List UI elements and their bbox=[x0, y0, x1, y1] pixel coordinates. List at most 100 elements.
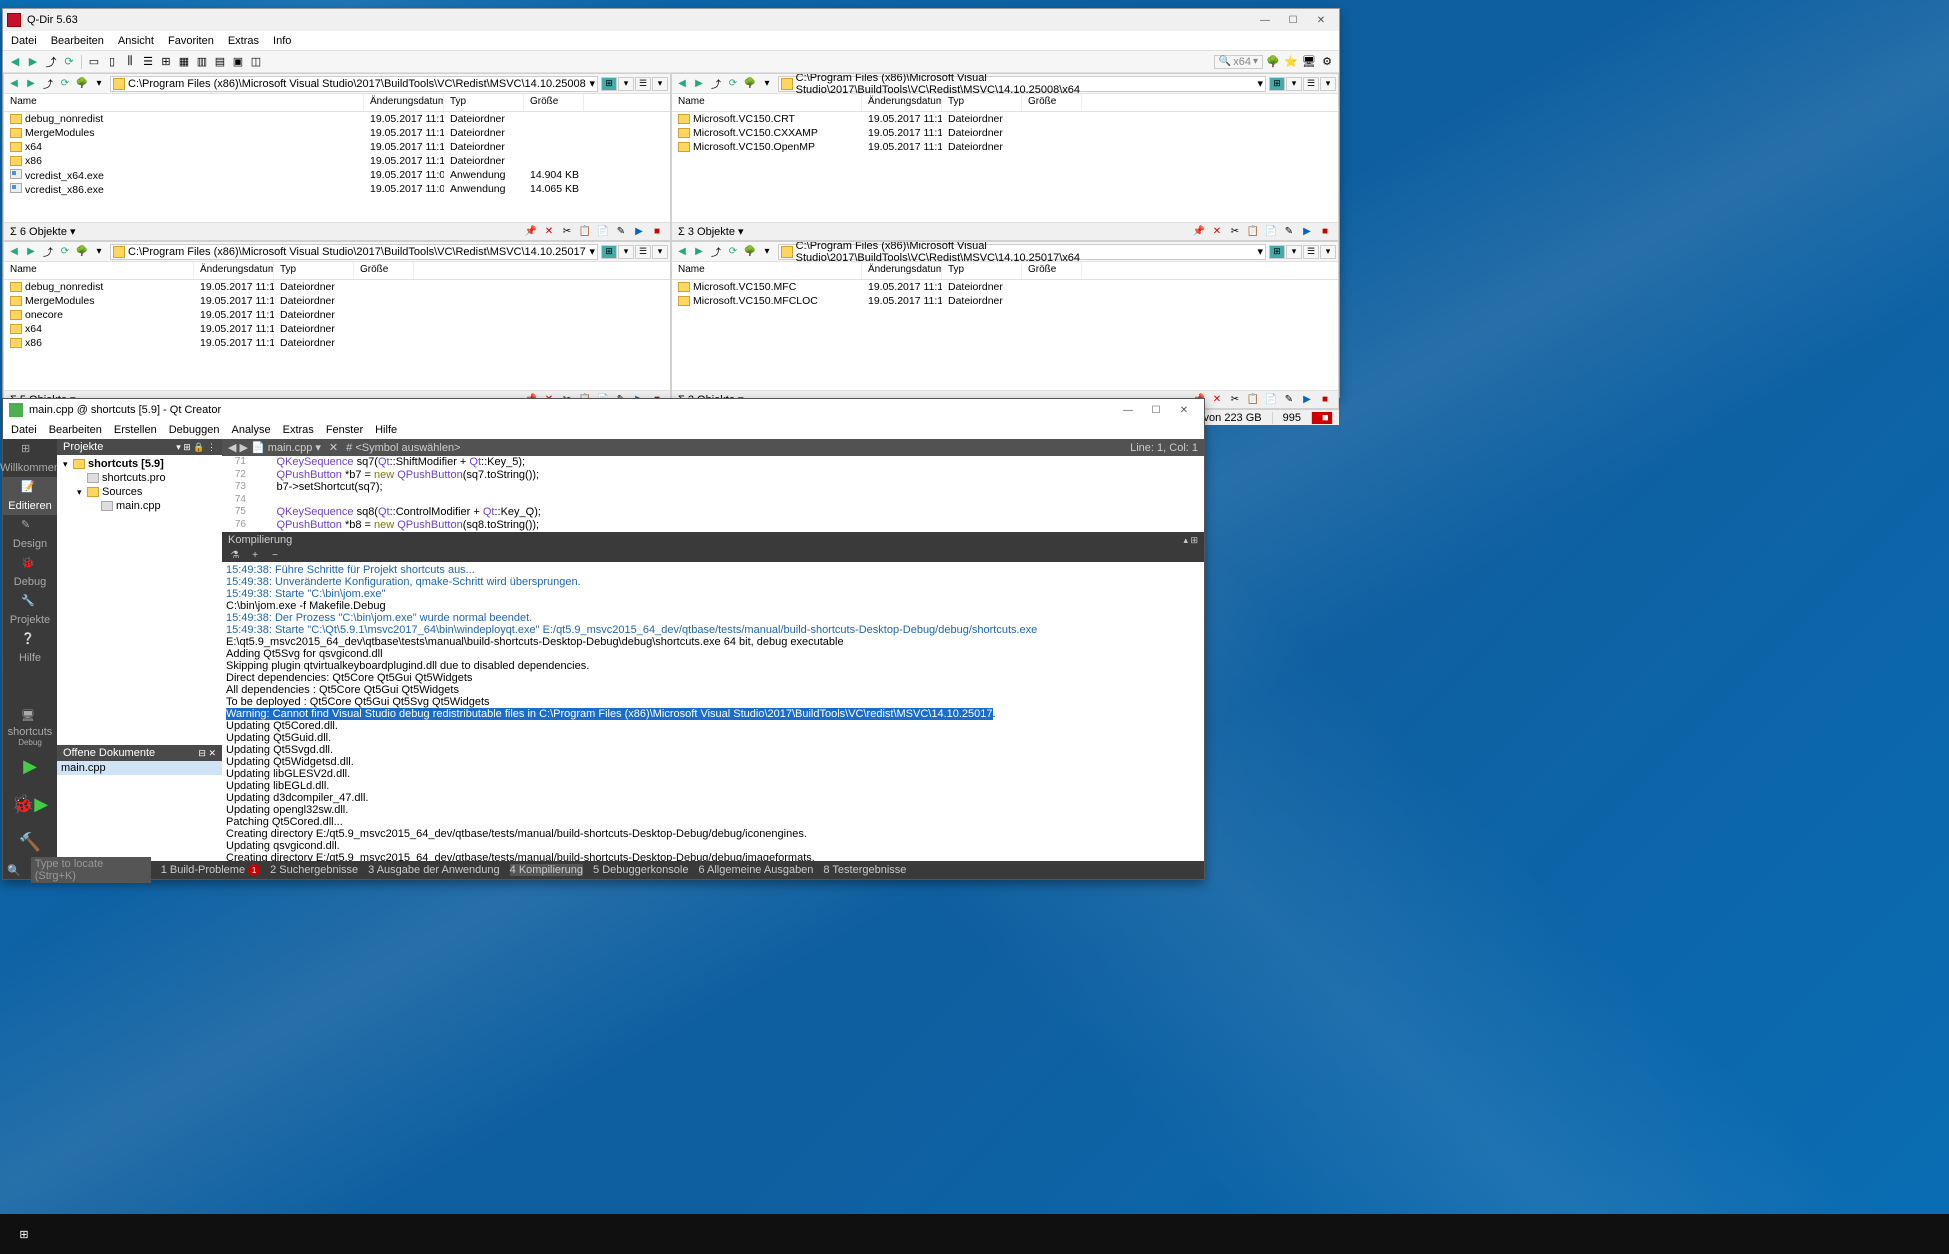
file-row[interactable]: vcredist_x64.exe 19.05.2017 11:09 Anwend… bbox=[4, 168, 670, 182]
up-icon[interactable]: ⤴ bbox=[40, 244, 56, 260]
col-type[interactable]: Typ bbox=[444, 94, 524, 111]
zoom-in-icon[interactable]: + bbox=[248, 548, 262, 562]
status-panel-1[interactable]: 1 Build-Probleme 1 bbox=[161, 864, 260, 876]
build-button[interactable]: 🔨 bbox=[3, 823, 57, 861]
filter-icon[interactable]: ⚗ bbox=[228, 548, 242, 562]
menu-extras[interactable]: Extras bbox=[228, 35, 259, 47]
blue-action-icon[interactable]: ▶ bbox=[632, 225, 646, 239]
status-panel-5[interactable]: 5 Debuggerkonsole bbox=[593, 864, 688, 876]
file-row[interactable]: Microsoft.VC150.CXXAMP 19.05.2017 11:10 … bbox=[672, 126, 1338, 140]
copy-icon[interactable]: 📋 bbox=[1246, 225, 1260, 239]
file-row[interactable]: Microsoft.VC150.OpenMP 19.05.2017 11:10 … bbox=[672, 140, 1338, 154]
col-date[interactable]: Änderungsdatum bbox=[862, 262, 942, 279]
compile-output[interactable]: 15:49:38: Führe Schritte für Projekt sho… bbox=[222, 562, 1204, 861]
tree-icon[interactable]: 🌳 bbox=[742, 244, 758, 260]
back-icon[interactable]: ◀ bbox=[6, 76, 22, 92]
star-icon[interactable]: ▾ bbox=[91, 244, 107, 260]
delete-icon[interactable]: ✕ bbox=[1210, 225, 1224, 239]
up-icon[interactable]: ⤴ bbox=[40, 76, 56, 92]
zoom-out-icon[interactable]: − bbox=[268, 548, 282, 562]
file-list[interactable]: debug_nonredist 19.05.2017 11:10 Dateior… bbox=[4, 112, 670, 222]
file-list[interactable]: debug_nonredist 19.05.2017 11:13 Dateior… bbox=[4, 280, 670, 390]
col-size[interactable]: Größe bbox=[354, 262, 414, 279]
blue-action-icon[interactable]: ▶ bbox=[1300, 225, 1314, 239]
forward-icon[interactable]: ▶ bbox=[23, 76, 39, 92]
status-panel-3[interactable]: 3 Ausgabe der Anwendung bbox=[368, 864, 500, 876]
file-row[interactable]: debug_nonredist 19.05.2017 11:10 Dateior… bbox=[4, 112, 670, 126]
open-doc-item[interactable]: main.cpp bbox=[57, 761, 222, 775]
mode-hilfe[interactable]: ❔Hilfe bbox=[3, 629, 57, 667]
qtc-titlebar[interactable]: main.cpp @ shortcuts [5.9] - Qt Creator … bbox=[3, 399, 1204, 421]
pin-icon[interactable]: 📌 bbox=[1192, 225, 1206, 239]
back-icon[interactable]: ◀ bbox=[674, 244, 690, 260]
col-name[interactable]: Name bbox=[4, 262, 194, 279]
layout-9-icon[interactable]: ◫ bbox=[248, 54, 264, 70]
editor-file-selector[interactable]: ◀ ▶ 📄 main.cpp ▾ bbox=[228, 441, 321, 454]
start-button[interactable]: ⊞ bbox=[0, 1214, 48, 1254]
view-icon-1[interactable]: ⊞ bbox=[601, 245, 617, 259]
layout-1-icon[interactable]: ▭ bbox=[86, 54, 102, 70]
view-dropdown-2[interactable]: ▾ bbox=[652, 77, 668, 91]
close-button[interactable]: ✕ bbox=[1170, 400, 1198, 420]
col-type[interactable]: Typ bbox=[942, 262, 1022, 279]
address-bar[interactable]: C:\Program Files (x86)\Microsoft Visual … bbox=[778, 76, 1266, 92]
copy-icon[interactable]: 📋 bbox=[578, 225, 592, 239]
paste-icon[interactable]: 📄 bbox=[1264, 393, 1278, 407]
edit-icon[interactable]: ✎ bbox=[1282, 393, 1296, 407]
minimize-button[interactable]: — bbox=[1114, 400, 1142, 420]
paste-icon[interactable]: 📄 bbox=[1264, 225, 1278, 239]
refresh-icon[interactable]: ⟳ bbox=[61, 54, 77, 70]
edit-icon[interactable]: ✎ bbox=[1282, 225, 1296, 239]
view-icon-2[interactable]: ☰ bbox=[635, 77, 651, 91]
layout-8-icon[interactable]: ▣ bbox=[230, 54, 246, 70]
status-panel-6[interactable]: 6 Allgemeine Ausgaben bbox=[698, 864, 813, 876]
menu-bearbeiten[interactable]: Bearbeiten bbox=[51, 35, 104, 47]
star-icon[interactable]: ▾ bbox=[759, 244, 775, 260]
monitor-icon[interactable]: 🖥 bbox=[1301, 54, 1317, 70]
file-row[interactable]: MergeModules 19.05.2017 11:13 Dateiordne… bbox=[4, 294, 670, 308]
address-bar[interactable]: C:\Program Files (x86)\Microsoft Visual … bbox=[110, 76, 598, 92]
up-icon[interactable]: ⤴ bbox=[43, 54, 59, 70]
close-button[interactable]: ✕ bbox=[1307, 10, 1335, 30]
run-button[interactable]: ▶ bbox=[3, 747, 57, 785]
menu-hilfe[interactable]: Hilfe bbox=[375, 424, 397, 436]
col-date[interactable]: Änderungsdatum bbox=[364, 94, 444, 111]
menu-extras[interactable]: Extras bbox=[283, 424, 314, 436]
layout-3h-icon[interactable]: ☰ bbox=[140, 54, 156, 70]
open-docs-list[interactable]: main.cpp bbox=[57, 761, 222, 861]
menu-debuggen[interactable]: Debuggen bbox=[169, 424, 220, 436]
locate-input[interactable]: Type to locate (Strg+K) bbox=[31, 857, 151, 883]
col-size[interactable]: Größe bbox=[524, 94, 584, 111]
locate-icon[interactable]: 🔍 bbox=[7, 864, 21, 877]
view-icon-2[interactable]: ☰ bbox=[1303, 77, 1319, 91]
col-date[interactable]: Änderungsdatum bbox=[194, 262, 274, 279]
file-row[interactable]: debug_nonredist 19.05.2017 11:13 Dateior… bbox=[4, 280, 670, 294]
menu-fenster[interactable]: Fenster bbox=[326, 424, 363, 436]
copy-icon[interactable]: 📋 bbox=[1246, 393, 1260, 407]
delete-icon[interactable]: ✕ bbox=[542, 225, 556, 239]
file-list[interactable]: Microsoft.VC150.MFC 19.05.2017 11:13 Dat… bbox=[672, 280, 1338, 390]
maximize-button[interactable]: ☐ bbox=[1142, 400, 1170, 420]
col-name[interactable]: Name bbox=[672, 262, 862, 279]
file-row[interactable]: onecore 19.05.2017 11:10 Dateiordner bbox=[4, 308, 670, 322]
editor-symbol-selector[interactable]: # <Symbol auswählen> bbox=[346, 442, 460, 454]
col-name[interactable]: Name bbox=[672, 94, 862, 111]
menu-erstellen[interactable]: Erstellen bbox=[114, 424, 157, 436]
forward-icon[interactable]: ▶ bbox=[25, 54, 41, 70]
cut-icon[interactable]: ✂ bbox=[1228, 393, 1242, 407]
red-action-icon[interactable]: ■ bbox=[1318, 393, 1332, 407]
debug-run-button[interactable]: 🐞▶ bbox=[3, 785, 57, 823]
star-icon[interactable]: ▾ bbox=[759, 76, 775, 92]
col-type[interactable]: Typ bbox=[274, 262, 354, 279]
menu-favoriten[interactable]: Favoriten bbox=[168, 35, 214, 47]
cut-icon[interactable]: ✂ bbox=[1228, 225, 1242, 239]
file-row[interactable]: x64 19.05.2017 11:10 Dateiordner bbox=[4, 140, 670, 154]
file-row[interactable]: vcredist_x86.exe 19.05.2017 11:09 Anwend… bbox=[4, 182, 670, 196]
tree-icon[interactable]: 🌳 bbox=[1265, 54, 1281, 70]
layout-3v-icon[interactable]: ⫼ bbox=[122, 54, 138, 70]
blue-action-icon[interactable]: ▶ bbox=[1300, 393, 1314, 407]
status-panel-2[interactable]: 2 Suchergebnisse bbox=[270, 864, 358, 876]
menu-datei[interactable]: Datei bbox=[11, 424, 37, 436]
file-row[interactable]: Microsoft.VC150.CRT 19.05.2017 11:10 Dat… bbox=[672, 112, 1338, 126]
col-size[interactable]: Größe bbox=[1022, 94, 1082, 111]
